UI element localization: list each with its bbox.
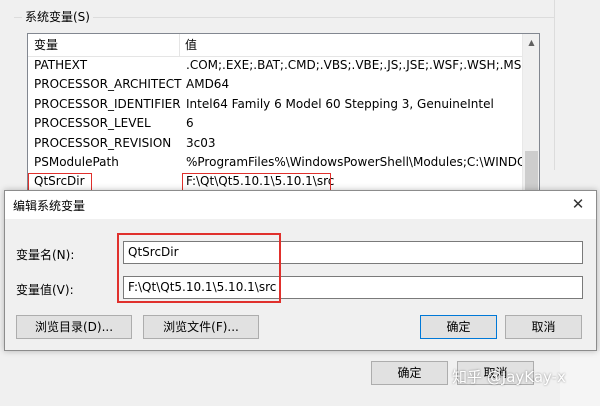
edit-cancel-button[interactable]: 取消 (505, 315, 582, 339)
background-strip (560, 351, 600, 406)
watermark-text: 知乎 @JayKay-x (452, 368, 566, 386)
variable-value-cell: 3c03 (186, 135, 216, 150)
vertical-scrollbar[interactable]: ▲ (522, 34, 539, 191)
variable-value-cell: .COM;.EXE;.BAT;.CMD;.VBS;.VBE;.JS;.JSE;.… (186, 58, 522, 72)
variable-value-cell: Intel64 Family 6 Model 60 Stepping 3, Ge… (186, 96, 494, 111)
variable-value-label: 变量值(V): (16, 283, 74, 297)
variable-name-cell: PROCESSOR_ARCHITECT (34, 77, 182, 92)
chevron-up-icon[interactable]: ▲ (523, 34, 539, 51)
table-row[interactable]: PROCESSOR_ARCHITECT AMD64 (28, 75, 522, 94)
input-highlight-box (117, 233, 281, 303)
table-header: 变量 值 (28, 34, 522, 57)
variable-name-label: 变量名(N): (16, 248, 75, 262)
edit-ok-button[interactable]: 确定 (420, 315, 497, 339)
table-row[interactable]: PROCESSOR_IDENTIFIER Intel64 Family 6 Mo… (28, 95, 522, 114)
ok-button[interactable]: 确定 (371, 361, 448, 385)
edit-system-variable-dialog: 编辑系统变量 ✕ 变量名(N): QtSrcDir 变量值(V): F:\Qt\… (4, 190, 597, 351)
variable-name-cell: PROCESSOR_LEVEL (34, 116, 151, 131)
table-row[interactable]: PATHEXT .COM;.EXE;.BAT;.CMD;.VBS;.VBE;.J… (28, 56, 522, 75)
column-header-value[interactable]: 值 (179, 34, 197, 56)
variable-value-cell: AMD64 (186, 77, 230, 92)
group-divider (14, 17, 554, 18)
dialog-edge (554, 0, 600, 170)
system-variables-table[interactable]: 变量 值 PATHEXT .COM;.EXE;.BAT;.CMD;.VBS;.V… (27, 33, 540, 192)
variable-name-cell: PROCESSOR_REVISION (34, 135, 172, 150)
column-header-name[interactable]: 变量 (28, 34, 58, 56)
variable-value-cell: %ProgramFiles%\WindowsPowerShell\Modules… (186, 154, 522, 169)
table-rows: PATHEXT .COM;.EXE;.BAT;.CMD;.VBS;.VBE;.J… (28, 56, 522, 191)
scrollbar-thumb[interactable] (525, 151, 538, 191)
browse-directory-button[interactable]: 浏览目录(D)... (16, 315, 132, 339)
variable-name-cell: PSModulePath (34, 154, 119, 169)
variable-value-cell: 6 (186, 116, 194, 131)
browse-file-button[interactable]: 浏览文件(F)... (143, 315, 259, 339)
table-row[interactable]: PROCESSOR_LEVEL 6 (28, 114, 522, 133)
dialog-titlebar[interactable]: 编辑系统变量 ✕ (5, 191, 596, 219)
close-icon[interactable]: ✕ (568, 194, 588, 214)
table-row[interactable]: PSModulePath %ProgramFiles%\WindowsPower… (28, 153, 522, 172)
system-variables-group-label: 系统变量(S) (22, 8, 93, 25)
table-row[interactable]: PROCESSOR_REVISION 3c03 (28, 134, 522, 153)
screen: 系统变量(S) 变量 值 PATHEXT .COM;.EXE;.BAT;.CMD… (0, 0, 600, 406)
dialog-title: 编辑系统变量 (13, 199, 86, 213)
variable-name-cell: PROCESSOR_IDENTIFIER (34, 96, 181, 111)
variable-name-cell: PATHEXT (34, 58, 88, 72)
